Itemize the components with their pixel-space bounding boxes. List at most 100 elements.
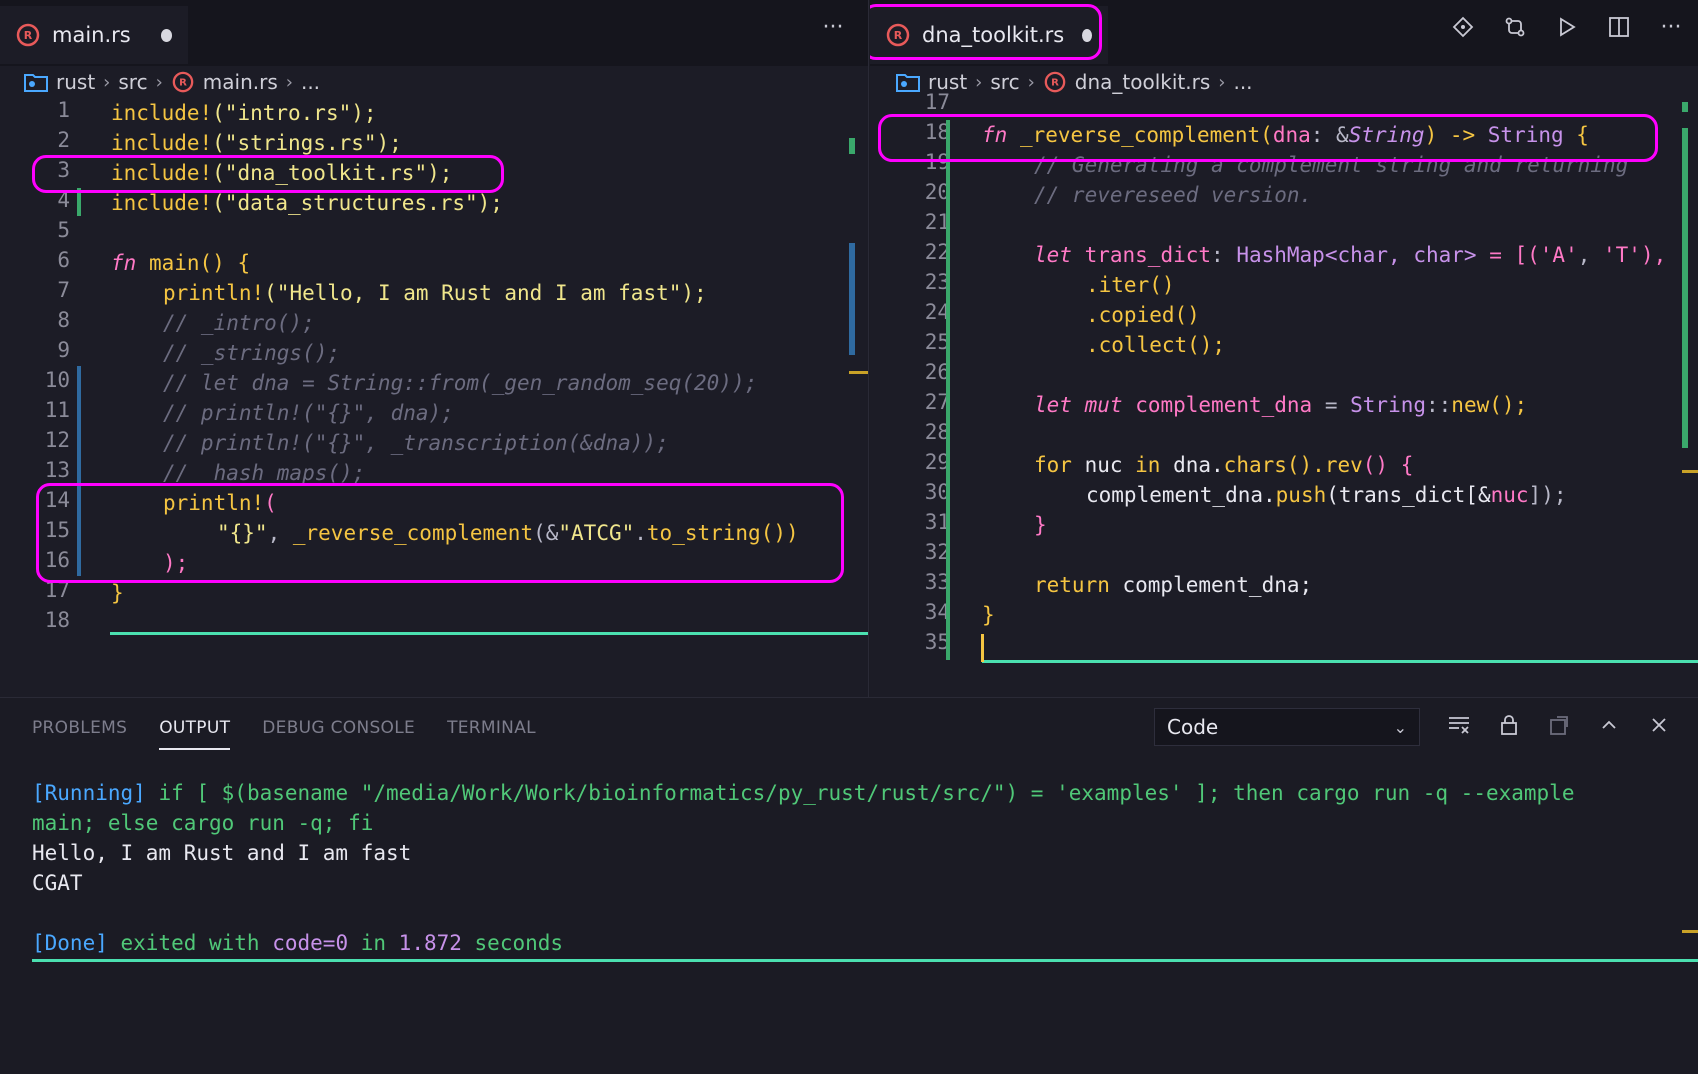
more-actions-icon[interactable]: ···	[1658, 14, 1684, 40]
folder-icon	[24, 72, 48, 92]
line-number: 18	[0, 608, 70, 632]
breadcrumb-item[interactable]: ...	[1233, 70, 1252, 94]
line-number: 1	[0, 98, 70, 128]
chevron-down-icon: ⌄	[1394, 718, 1407, 737]
code-line: println!("Hello, I am Rust and I am fast…	[163, 278, 707, 308]
line-number: 9	[0, 338, 70, 362]
maximize-panel-icon[interactable]	[1596, 712, 1622, 738]
output-line: CGAT	[32, 868, 1574, 898]
code-line: );	[163, 548, 188, 578]
line-number: 23	[880, 270, 950, 294]
code-line: let mut complement_dna = String::new();	[1034, 390, 1527, 420]
code-editor-left[interactable]: 1 2 3 4 5 6 7 8 9 10 11 12 13 14 15 16 1…	[0, 98, 868, 697]
tab-debug-console[interactable]: DEBUG CONSOLE	[262, 718, 415, 750]
output-line: [Running] if [ $(basename "/media/Work/W…	[32, 778, 1574, 808]
breadcrumb-item[interactable]: src	[118, 70, 147, 94]
line-number: 33	[880, 570, 950, 594]
line-number: 35	[880, 630, 950, 654]
line-number: 27	[880, 390, 950, 414]
close-panel-icon[interactable]	[1646, 712, 1672, 738]
tab-terminal[interactable]: TERMINAL	[447, 718, 536, 750]
lock-icon[interactable]	[1496, 712, 1522, 738]
tab-label: dna_toolkit.rs	[922, 23, 1064, 47]
line-number: 22	[880, 240, 950, 264]
chevron-right-icon: ›	[103, 72, 110, 93]
breadcrumb-item[interactable]: ...	[301, 70, 320, 94]
code-line: // _hash_maps();	[163, 458, 365, 488]
line-number: 29	[880, 450, 950, 474]
svg-text:R: R	[894, 29, 903, 42]
line-number: 13	[0, 458, 70, 482]
breadcrumb-item[interactable]: rust	[56, 70, 95, 94]
line-number: 26	[880, 360, 950, 384]
git-compare-icon[interactable]	[1450, 14, 1476, 40]
run-icon[interactable]	[1554, 14, 1580, 40]
code-line: .collect();	[1086, 330, 1225, 360]
line-number: 28	[880, 420, 950, 444]
tab-output[interactable]: OUTPUT	[159, 718, 230, 750]
code-line: complement_dna.push(trans_dict[&nuc]);	[1086, 480, 1566, 510]
output-channel-select[interactable]: Code ⌄	[1154, 708, 1420, 746]
code-line: .iter()	[1086, 270, 1175, 300]
code-line: include!("strings.rs");	[111, 128, 402, 158]
clear-output-icon[interactable]	[1446, 712, 1472, 738]
breadcrumb-item[interactable]: main.rs	[203, 70, 278, 94]
tab-label: main.rs	[52, 23, 131, 47]
output-line: [Done] exited with code=0 in 1.872 secon…	[32, 928, 1574, 958]
tab-bar-right: R dna_toolkit.rs ···	[870, 0, 1698, 66]
breadcrumb-item[interactable]: src	[990, 70, 1019, 94]
svg-text:R: R	[179, 78, 187, 89]
output-line: main; else cargo run -q; fi	[32, 808, 1574, 838]
git-added-marker	[77, 188, 81, 216]
code-line: .copied()	[1086, 300, 1200, 330]
line-number: 24	[880, 300, 950, 324]
code-line: for nuc in dna.chars().rev() {	[1034, 450, 1413, 480]
line-number: 16	[0, 548, 70, 572]
code-editor-right[interactable]: 17 18 19 20 21 22 23 24 25 26 27 28 29 3…	[870, 98, 1698, 697]
breadcrumb-item[interactable]: dna_toolkit.rs	[1075, 70, 1210, 94]
code-line: fn _reverse_complement(dna: &String) -> …	[982, 120, 1589, 150]
editor-pane-right: R dna_toolkit.rs ··· rust › src ›	[870, 0, 1698, 697]
active-line-indicator	[982, 660, 1698, 663]
line-number: 11	[0, 398, 70, 422]
line-number: 18	[880, 120, 950, 144]
output-blank-line: ​	[32, 898, 1574, 928]
rust-file-icon: R	[16, 23, 40, 47]
line-number: 4	[0, 188, 70, 212]
line-number: 12	[0, 428, 70, 452]
more-actions-icon[interactable]: ···	[820, 14, 846, 40]
chevron-right-icon: ›	[156, 72, 163, 93]
line-number: 15	[0, 518, 70, 542]
chevron-right-icon: ›	[975, 72, 982, 93]
svg-text:R: R	[1051, 78, 1059, 89]
chevron-right-icon: ›	[286, 72, 293, 93]
tab-problems[interactable]: PROBLEMS	[32, 718, 127, 750]
active-line-indicator	[110, 632, 869, 635]
scrollbar-marker	[849, 371, 869, 374]
tab-main-rs[interactable]: R main.rs	[0, 6, 188, 64]
unsaved-dot-icon[interactable]	[161, 29, 172, 42]
line-number: 17	[880, 90, 950, 114]
line-number: 21	[880, 210, 950, 234]
code-line: include!("data_structures.rs");	[111, 188, 503, 218]
scrollbar-marker	[1682, 102, 1688, 112]
line-number: 14	[0, 488, 70, 512]
code-line: // revereseed version.	[1034, 180, 1312, 210]
unsaved-dot-icon[interactable]	[1082, 29, 1092, 42]
code-line: println!(	[163, 488, 277, 518]
code-line: include!("dna_toolkit.rs");	[111, 158, 452, 188]
open-in-editor-icon[interactable]	[1546, 712, 1572, 738]
scrollbar-marker	[849, 243, 855, 355]
code-line: // Generating a complement string and re…	[1034, 150, 1628, 180]
code-line: // let dna = String::from(_gen_random_se…	[163, 368, 757, 398]
split-editor-icon[interactable]	[1606, 14, 1632, 40]
code-line: let trans_dict: HashMap<char, char> = [(…	[1034, 240, 1666, 270]
line-number: 34	[880, 600, 950, 624]
open-changes-icon[interactable]	[1502, 14, 1528, 40]
tab-dna-toolkit-rs[interactable]: R dna_toolkit.rs	[870, 6, 1108, 64]
line-number: 25	[880, 330, 950, 354]
output-channel-value: Code	[1167, 715, 1218, 739]
line-number: 7	[0, 278, 70, 302]
code-line: "{}", _reverse_complement(&"ATCG".to_str…	[217, 518, 799, 548]
folder-icon	[896, 72, 920, 92]
